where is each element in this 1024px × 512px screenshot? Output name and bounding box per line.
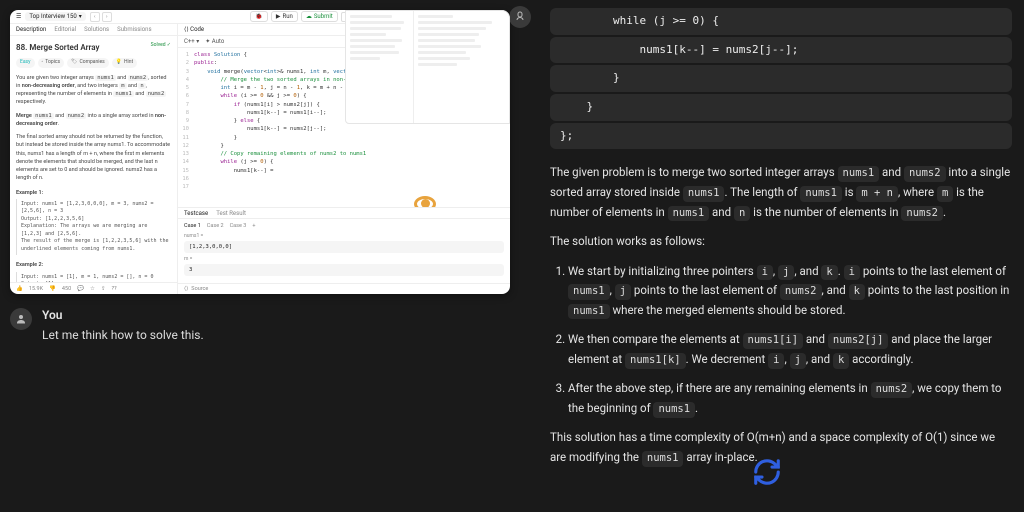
case-2-tab[interactable]: Case 2: [207, 223, 224, 229]
breadcrumb[interactable]: Top Interview 150 ▾: [25, 12, 85, 21]
share-icon[interactable]: ⇪: [101, 286, 106, 292]
tab-testresult[interactable]: Test Result: [216, 210, 246, 217]
breadcrumb-title: Top Interview 150: [29, 13, 76, 20]
user-message: Let me think how to solve this.: [42, 328, 510, 342]
submit-button[interactable]: ☁ Submit: [301, 11, 338, 22]
case-3-tab[interactable]: Case 3: [230, 223, 247, 229]
tab-code[interactable]: ⟨⟩ Code: [184, 26, 204, 33]
problem-description: You are given two integer arrays nums1 a…: [16, 74, 171, 283]
problem-title: 88. Merge Sorted Array: [16, 42, 100, 54]
next-problem-button[interactable]: ›: [102, 12, 112, 22]
difficulty-badge: Easy: [16, 58, 35, 68]
topics-tag[interactable]: ◦ Topics: [38, 58, 65, 68]
mini-preview: [345, 10, 510, 124]
language-select[interactable]: C++ ▾: [184, 38, 199, 45]
tab-submissions[interactable]: Submissions: [117, 26, 151, 33]
leetcode-screenshot: ☰ Top Interview 150 ▾ ‹ › 🐞 ▶ Run ☁ Subm…: [10, 10, 510, 294]
run-button[interactable]: ▶ Run: [271, 11, 298, 22]
tab-testcase[interactable]: Testcase: [184, 210, 208, 217]
list-icon: ☰: [16, 13, 21, 20]
regenerate-button[interactable]: [752, 457, 782, 494]
chevron-down-icon: ▾: [79, 13, 82, 20]
thumbs-down-icon[interactable]: 👎: [49, 286, 56, 292]
m-input[interactable]: 3: [184, 264, 504, 276]
auto-toggle[interactable]: ✦ Auto: [205, 38, 224, 45]
star-icon[interactable]: ☆: [90, 286, 95, 292]
hint-tag[interactable]: 💡 Hint: [112, 58, 137, 68]
case-1-tab[interactable]: Case 1: [184, 223, 201, 229]
companies-tag[interactable]: 🏷 Companies: [67, 58, 109, 68]
comment-icon[interactable]: 💬: [77, 286, 84, 292]
assistant-avatar: [510, 6, 531, 28]
nums1-input[interactable]: [1,2,3,0,0,0]: [184, 241, 504, 253]
user-avatar: [10, 308, 32, 330]
assistant-message: while (j >= 0) { nums1[k--] = nums2[j--]…: [550, 8, 1012, 468]
tab-description[interactable]: Description: [16, 26, 46, 33]
description-pane: Description Editorial Solutions Submissi…: [10, 24, 178, 294]
solved-badge: Solved ✓: [151, 42, 171, 54]
user-label: You: [42, 308, 510, 322]
source-icon: ⟨⟩: [184, 286, 188, 292]
tab-solutions[interactable]: Solutions: [84, 26, 109, 33]
feedback-icon[interactable]: ⁇: [112, 286, 117, 292]
thumbs-up-icon[interactable]: 👍: [16, 286, 23, 292]
debug-button[interactable]: 🐞: [250, 11, 267, 22]
add-case-button[interactable]: +: [252, 223, 255, 229]
prev-problem-button[interactable]: ‹: [90, 12, 100, 22]
tab-editorial[interactable]: Editorial: [54, 26, 76, 33]
